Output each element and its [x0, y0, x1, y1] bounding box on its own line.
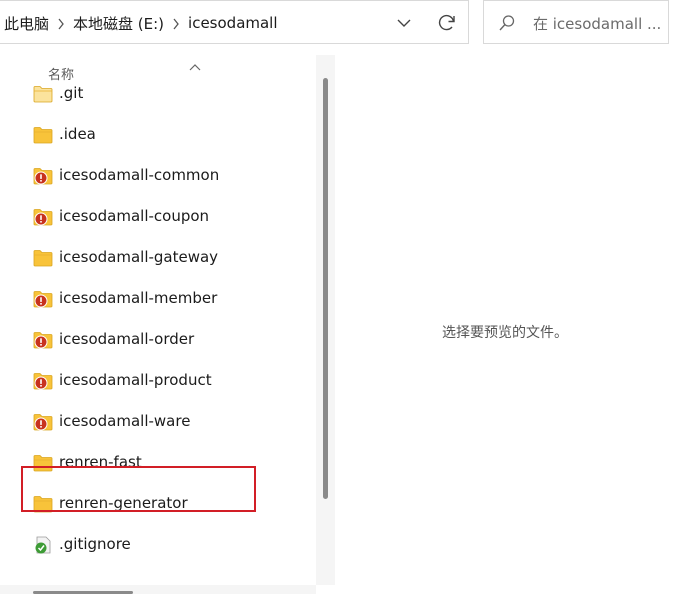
- list-item[interactable]: .idea: [24, 115, 314, 155]
- gitignore-file-icon: [33, 536, 53, 554]
- address-bar[interactable]: 此电脑 本地磁盘 (E:) icesodamall: [0, 0, 469, 44]
- chevron-down-icon[interactable]: [392, 11, 416, 35]
- breadcrumb: 此电脑 本地磁盘 (E:) icesodamall: [4, 1, 278, 45]
- list-item-name: icesodamall-coupon: [59, 207, 210, 225]
- list-item[interactable]: icesodamall-coupon: [24, 197, 314, 237]
- list-item[interactable]: .git: [24, 74, 314, 114]
- list-item-name: .git: [59, 84, 84, 102]
- list-item[interactable]: icesodamall-ware: [24, 402, 314, 442]
- breadcrumb-item-icesodamall[interactable]: icesodamall: [188, 14, 278, 32]
- list-item-name: icesodamall-product: [59, 371, 212, 389]
- folder-icon: [33, 249, 53, 267]
- breadcrumb-item-this-pc[interactable]: 此电脑: [4, 13, 49, 34]
- search-icon: [498, 14, 516, 32]
- list-item-name: .idea: [59, 125, 96, 143]
- folder-icon: [33, 85, 53, 103]
- chevron-right-icon[interactable]: [49, 14, 73, 32]
- folder-icon: [33, 126, 53, 144]
- preview-message: 选择要预览的文件。: [442, 325, 568, 341]
- list-item-name: icesodamall-member: [59, 289, 218, 307]
- search-input[interactable]: 在 icesodamall ...: [533, 13, 661, 34]
- list-item[interactable]: icesodamall-gateway: [24, 238, 314, 278]
- vertical-scrollbar-thumb[interactable]: [323, 78, 328, 499]
- refresh-icon[interactable]: [435, 11, 459, 35]
- folder-error-icon: [33, 290, 53, 308]
- list-item-name: icesodamall-common: [59, 166, 220, 184]
- sort-ascending-icon: [188, 57, 202, 71]
- list-item[interactable]: icesodamall-common: [24, 156, 314, 196]
- folder-error-icon: [33, 208, 53, 226]
- list-item-name: icesodamall-ware: [59, 412, 191, 430]
- highlight-box: [21, 466, 256, 512]
- chevron-right-icon[interactable]: [164, 14, 188, 32]
- folder-error-icon: [33, 167, 53, 185]
- folder-error-icon: [33, 372, 53, 390]
- list-item[interactable]: icesodamall-order: [24, 320, 314, 360]
- breadcrumb-item-drive-e[interactable]: 本地磁盘 (E:): [73, 13, 164, 34]
- search-box[interactable]: 在 icesodamall ...: [483, 0, 669, 44]
- list-item-name: icesodamall-order: [59, 330, 195, 348]
- folder-error-icon: [33, 413, 53, 431]
- list-item[interactable]: icesodamall-member: [24, 279, 314, 319]
- list-item-name: icesodamall-gateway: [59, 248, 219, 266]
- list-item[interactable]: icesodamall-product: [24, 361, 314, 401]
- list-item[interactable]: .gitignore: [24, 525, 314, 565]
- list-item-name: .gitignore: [59, 535, 131, 553]
- folder-error-icon: [33, 331, 53, 349]
